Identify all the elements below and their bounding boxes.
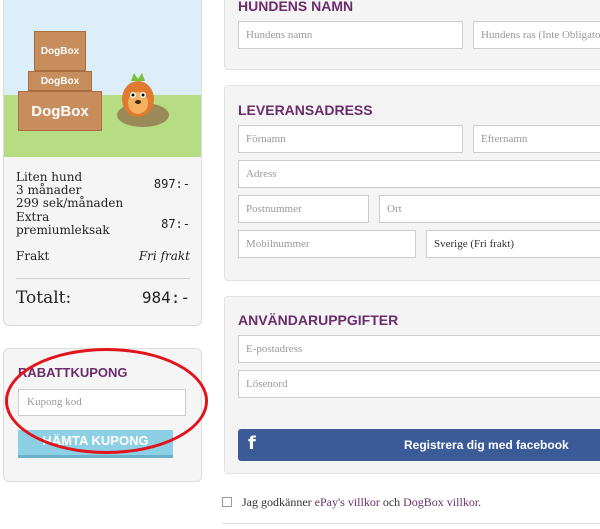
- facebook-register-button[interactable]: f Registrera dig med facebook: [238, 429, 600, 461]
- dogbox-box-middle: DogBox: [28, 71, 92, 91]
- epay-terms-link[interactable]: ePay's villkor: [315, 495, 380, 509]
- price-row-subscription: Liten hund 3 månader 299 sek/månaden 897…: [16, 171, 190, 211]
- coupon-title: RABATTKUPONG: [18, 365, 128, 380]
- product-image: DogBox DogBox DogBox: [4, 0, 201, 157]
- account-section: ANVÄNDARUPPGIFTER E-postadress Lösenord …: [224, 296, 600, 474]
- dog-breed-input[interactable]: Hundens ras (Inte Obligatoriskt): [473, 21, 600, 49]
- coupon-card: RABATTKUPONG Kupong kod HÄMTA KUPONG: [3, 348, 202, 482]
- item-amount: 897:-: [153, 177, 190, 191]
- delivery-address-section: LEVERANSADRESS Förnamn Efternamn Adress …: [224, 85, 600, 281]
- price-list: Liten hund 3 månader 299 sek/månaden 897…: [16, 171, 190, 311]
- email-input[interactable]: E-postadress: [238, 335, 600, 363]
- total-amount: 984:-: [141, 288, 190, 307]
- terms-text-suffix: .: [478, 495, 482, 509]
- last-name-input[interactable]: Efternamn: [473, 125, 600, 153]
- dog-name-input[interactable]: Hundens namn: [238, 21, 463, 49]
- dogbox-box-bottom: DogBox: [18, 91, 102, 131]
- facebook-icon: f: [248, 433, 256, 454]
- get-coupon-button[interactable]: HÄMTA KUPONG: [18, 430, 173, 458]
- password-input[interactable]: Lösenord: [238, 370, 600, 398]
- first-name-input[interactable]: Förnamn: [238, 125, 463, 153]
- dogbox-terms-link[interactable]: DogBox villkor: [403, 495, 478, 509]
- section-title: LEVERANSADRESS: [238, 102, 373, 118]
- terms-checkbox[interactable]: [222, 497, 232, 507]
- total-row: Totalt: 984:-: [16, 285, 190, 311]
- order-summary-card: DogBox DogBox DogBox Liten hund 3 månade…: [3, 0, 202, 326]
- postcode-input[interactable]: Postnummer: [238, 195, 369, 223]
- price-row-extra-toy: Extra premiumleksak 87:-: [16, 211, 190, 250]
- terms-text-middle: och: [379, 495, 404, 509]
- mobile-input[interactable]: Mobilnummer: [238, 230, 416, 258]
- country-select[interactable]: Sverige (Fri frakt): [426, 230, 600, 258]
- total-label: Totalt:: [16, 288, 72, 308]
- divider: [16, 278, 190, 279]
- city-input[interactable]: Ort: [379, 195, 600, 223]
- country-selected-value: Sverige (Fri frakt): [434, 238, 515, 250]
- facebook-button-label: Registrera dig med facebook: [404, 438, 569, 452]
- terms-text-prefix: Jag godkänner: [242, 495, 315, 509]
- section-title: ANVÄNDARUPPGIFTER: [238, 312, 399, 328]
- item-monthly-price: 299 sek/månaden: [16, 196, 124, 210]
- dog-mascot-icon: [117, 73, 169, 127]
- dogbox-box-top: DogBox: [34, 31, 86, 71]
- terms-row: Jag godkänner ePay's villkor och DogBox …: [222, 495, 481, 510]
- item-amount: 87:-: [161, 217, 190, 231]
- price-row-shipping: Frakt Fri frakt: [16, 250, 190, 270]
- coupon-code-input[interactable]: Kupong kod: [18, 389, 186, 416]
- divider: [222, 523, 600, 524]
- section-title: HUNDENS NAMN: [238, 0, 354, 14]
- dog-name-section: HUNDENS NAMN Hundens namn Hundens ras (I…: [224, 0, 600, 70]
- item-amount: Fri frakt: [138, 249, 190, 263]
- address-input[interactable]: Adress: [238, 160, 600, 188]
